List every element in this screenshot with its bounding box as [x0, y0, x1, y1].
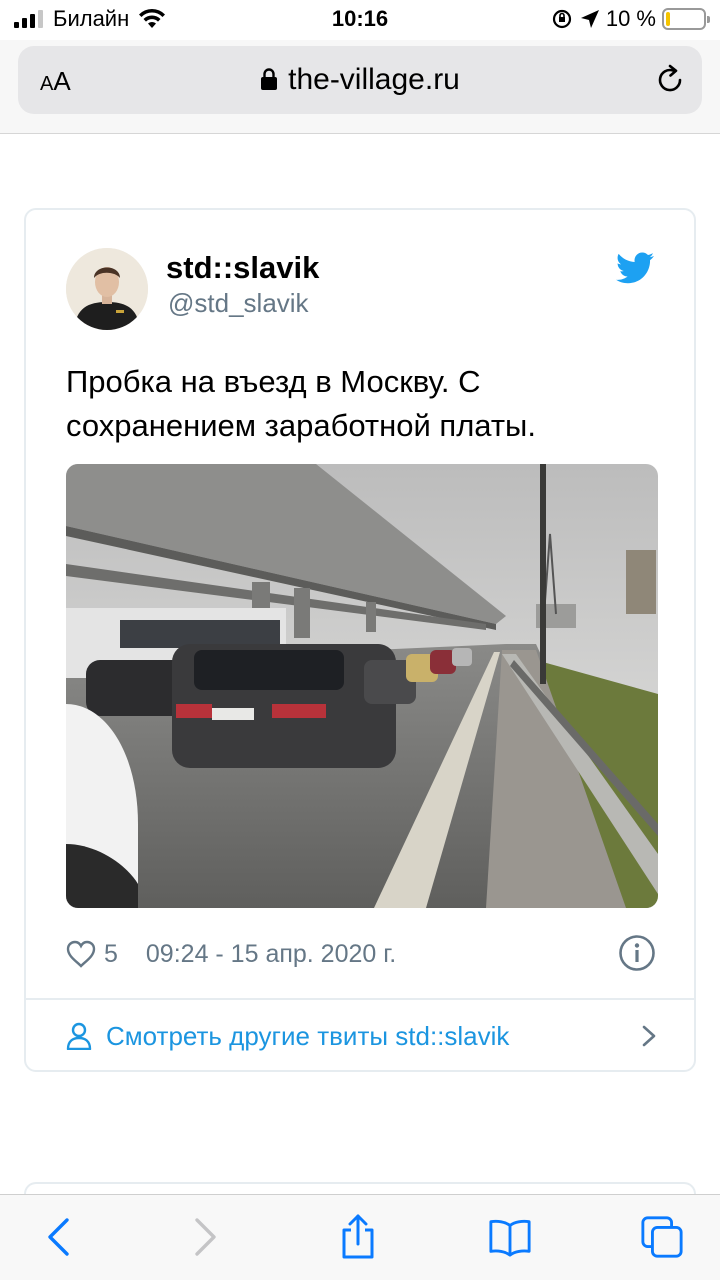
info-icon[interactable]: [618, 934, 656, 972]
status-bar: Билайн 10:16 10 %: [0, 0, 720, 40]
more-tweets-link[interactable]: Смотреть другие твиты std::slavik: [66, 1016, 658, 1056]
author-name[interactable]: std::slavik: [166, 250, 319, 286]
tweet-text: Пробка на въезд в Москву. С сохранением …: [66, 364, 536, 443]
heart-icon[interactable]: [66, 940, 96, 968]
author-handle[interactable]: @std_slavik: [168, 288, 309, 319]
battery-percent: 10 %: [605, 6, 656, 31]
url-field[interactable]: the-village.ru: [18, 63, 702, 97]
tweet-meta: 5 09:24 - 15 апр. 2020 г.: [66, 934, 658, 974]
chevron-right-icon: [642, 1025, 656, 1047]
tabs-icon: [641, 1216, 683, 1258]
forward-button[interactable]: [184, 1215, 228, 1259]
bookmarks-button[interactable]: [488, 1215, 532, 1259]
lock-icon: [261, 68, 278, 90]
status-right: 10 %: [550, 6, 710, 32]
address-bar[interactable]: AA the-village.ru: [18, 46, 702, 114]
tweet-card: std::slavik @std_slavik Пробка на въезд …: [24, 208, 696, 1072]
person-icon: [66, 1022, 92, 1050]
book-icon: [489, 1219, 531, 1257]
tweet-timestamp[interactable]: 09:24 - 15 апр. 2020 г.: [146, 940, 396, 969]
url-text: the-village.ru: [288, 63, 460, 96]
browser-toolbar: [0, 1194, 720, 1280]
avatar[interactable]: [66, 248, 148, 330]
twitter-bird-icon[interactable]: [616, 252, 654, 284]
like-count[interactable]: 5: [104, 940, 118, 969]
orientation-lock-icon: [552, 9, 571, 29]
battery-icon: [662, 8, 710, 30]
reload-icon[interactable]: [654, 64, 686, 96]
battery-level: [666, 12, 670, 26]
location-icon: [580, 10, 599, 28]
more-tweets-label: Смотреть другие твиты std::slavik: [106, 1020, 510, 1051]
back-button[interactable]: [36, 1215, 80, 1259]
share-icon: [342, 1214, 374, 1259]
tabs-button[interactable]: [640, 1215, 684, 1259]
share-button[interactable]: [336, 1214, 380, 1259]
forward-arrow-icon: [195, 1218, 216, 1256]
back-arrow-icon: [48, 1218, 69, 1256]
browser-header: AA the-village.ru: [0, 40, 720, 134]
tweet-photo[interactable]: [66, 464, 658, 908]
divider: [26, 998, 694, 1000]
